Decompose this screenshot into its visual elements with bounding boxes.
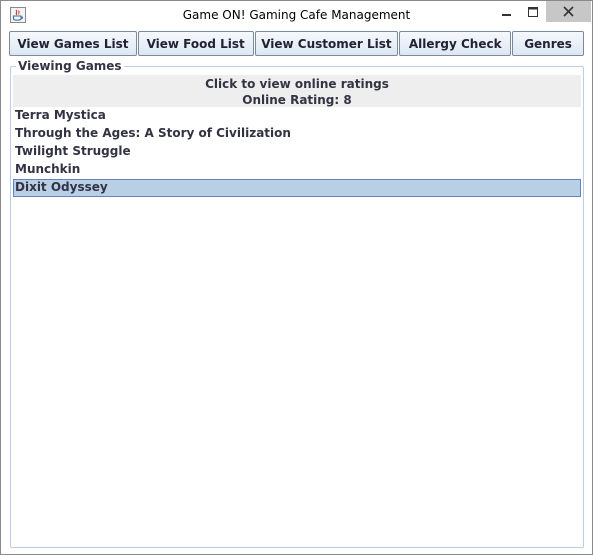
panel-title: Viewing Games — [16, 59, 124, 73]
view-food-list-button[interactable]: View Food List — [137, 31, 254, 56]
close-icon — [563, 2, 574, 21]
list-item[interactable]: Through the Ages: A Story of Civilizatio… — [13, 125, 581, 143]
viewing-games-panel: Viewing Games Click to view online ratin… — [10, 59, 584, 548]
minimize-button[interactable] — [493, 1, 520, 22]
list-item-selected[interactable]: Dixit Odyssey — [13, 179, 581, 197]
minimize-icon — [501, 2, 512, 21]
games-list[interactable]: Terra Mystica Through the Ages: A Story … — [13, 107, 581, 545]
title-bar[interactable]: Game ON! Gaming Cafe Management — [1, 1, 592, 30]
list-item[interactable]: Terra Mystica — [13, 107, 581, 125]
view-games-list-button[interactable]: View Games List — [9, 31, 137, 56]
app-window: Game ON! Gaming Cafe Management View Gam… — [0, 0, 593, 555]
maximize-button[interactable] — [520, 1, 546, 22]
navigation-toolbar: View Games List View Food List View Cust… — [9, 31, 585, 58]
list-item[interactable]: Twilight Struggle — [13, 143, 581, 161]
online-rating-label: Online Rating: 8 — [242, 93, 352, 107]
ratings-hint-label: Click to view online ratings — [205, 77, 389, 91]
genres-button[interactable]: Genres — [512, 31, 584, 56]
list-item[interactable]: Munchkin — [13, 161, 581, 179]
maximize-icon — [528, 2, 538, 21]
online-rating-info: Click to view online ratings Online Rati… — [13, 75, 581, 107]
close-button[interactable] — [546, 1, 591, 22]
allergy-check-button[interactable]: Allergy Check — [399, 31, 512, 56]
view-customer-list-button[interactable]: View Customer List — [254, 31, 399, 56]
